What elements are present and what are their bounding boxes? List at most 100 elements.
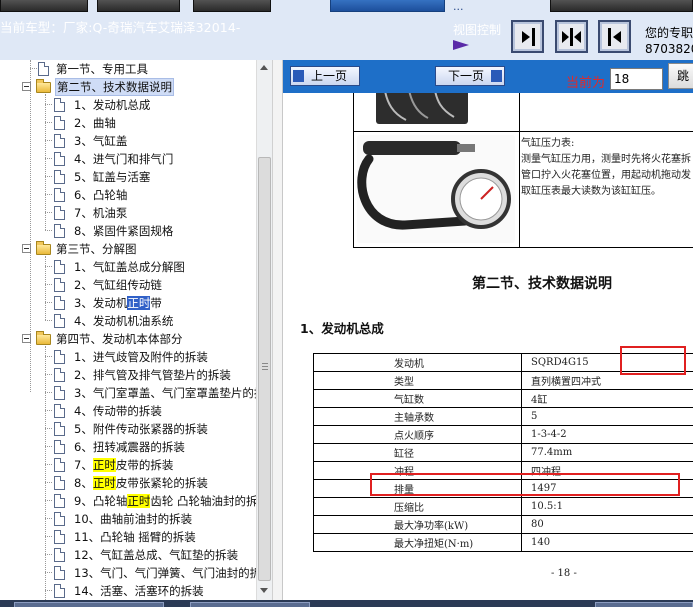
tree-scrollbar[interactable] [256,60,272,600]
tree-item[interactable]: 3、气缸盖 [0,132,256,150]
document-icon [54,440,65,454]
tree-item-label: 6、扭转减震器的拆装 [74,440,185,454]
table-row: 主轴承数 5 [313,407,693,426]
chevron-left-icon [293,70,304,82]
tree-item-label: 10、曲轴前油封的拆装 [74,512,193,526]
tool-desc-line: 管口拧入火花塞位置，用起动机拖动发 [521,170,691,181]
tree-item-label: 8、紧固件紧固规格 [74,224,174,238]
scroll-up-icon[interactable] [260,65,268,70]
spec-value: 80 [521,515,693,534]
chapter-tree: 第一节、专用工具 第二节、技术数据说明 1、发动机总成 2、曲轴 3、气缸盖 4… [0,60,256,600]
tree-item[interactable]: 4、发动机机油系统 [0,312,256,330]
tree-item[interactable]: 7、机油泵 [0,204,256,222]
pane-splitter[interactable] [272,60,283,600]
tree-item[interactable]: 14、活塞、活塞环的拆装 [0,582,256,600]
spec-value: 140 [521,533,693,552]
contact-hint-line2: 8703820 [645,42,693,56]
folder-open-icon [36,241,51,255]
more-dots-link[interactable]: ... [453,0,464,13]
tree-item[interactable]: 5、缸盖与活塞 [0,168,256,186]
tree-item-label: 5、缸盖与活塞 [74,170,151,184]
bottom-tab-2[interactable] [190,602,310,607]
annotation-box-displacement [370,473,680,496]
view-right-panel-button[interactable] [511,20,544,53]
tree-folder[interactable]: 第二节、技术数据说明 [0,78,256,96]
collapse-icon[interactable] [22,82,31,91]
tree-item[interactable]: 8、正时皮带张紧轮的拆装 [0,474,256,492]
tree-item[interactable]: 第一节、专用工具 [0,60,256,78]
play-icon[interactable] [453,40,469,50]
tree-item-label-part: 皮带张紧轮的拆装 [115,476,208,490]
view-split-button[interactable] [555,20,588,53]
prev-page-button[interactable]: 上一页 [290,66,360,86]
top-menu-button-1[interactable] [0,0,88,12]
tree-item-label: 1、进气歧管及附件的拆装 [74,350,208,364]
tree-item[interactable]: 2、气缸组传动链 [0,276,256,294]
tree-item[interactable]: 3、发动机正时带 [0,294,256,312]
collapse-icon[interactable] [22,244,31,253]
tree-item[interactable]: 3、气门室罩盖、气门室罩盖垫片的拆 [0,384,256,402]
tree-item-label-part: 齿轮 凸轮轴油封的拆装 [150,494,256,508]
tree-item-label: 2、曲轴 [74,116,116,130]
tree-item[interactable]: 4、进气门和排气门 [0,150,256,168]
tree-item[interactable]: 1、发动机总成 [0,96,256,114]
page-number: - 18 - [551,568,577,579]
tree-item[interactable]: 2、曲轴 [0,114,256,132]
tree-item[interactable]: 9、凸轮轴正时齿轮 凸轮轴油封的拆装 [0,492,256,510]
current-car-model: 当前车型：厂家:Q-奇瑞汽车艾瑞泽32014- [0,20,241,35]
tree-item[interactable]: 10、曲轴前油封的拆装 [0,510,256,528]
spec-key: 最大净扭矩(N·m) [313,533,522,552]
tree-item[interactable]: 5、附件传动张紧器的拆装 [0,420,256,438]
document-icon [54,584,65,598]
scroll-down-icon[interactable] [260,588,268,593]
next-page-button[interactable]: 下一页 [435,66,505,86]
annotation-box-engine-code [620,346,686,375]
tree-item-label: 7、正时皮带的拆装 [74,457,173,473]
view-control-label: 视图控制 [453,23,502,37]
tree-folder[interactable]: 第三节、分解图 [0,240,256,258]
document-icon [54,494,65,508]
tree-item[interactable]: 1、气缸盖总成分解图 [0,258,256,276]
bottom-tab-3[interactable] [595,602,693,607]
tree-item-label: 8、正时皮带张紧轮的拆装 [74,475,208,491]
tree-folder[interactable]: 第四节、发动机本体部分 [0,330,256,348]
tree-item[interactable]: 1、进气歧管及附件的拆装 [0,348,256,366]
engine-spec-table: 发动机 SQRD4G15 类型 直列横置四冲式 气缸数 4缸 主轴承数 5 点火顺序 1-… [313,353,693,552]
spec-key: 压缩比 [313,497,522,516]
tree-item[interactable]: 4、传动带的拆装 [0,402,256,420]
tree-item[interactable]: 6、凸轮轴 [0,186,256,204]
tree-item[interactable]: 13、气门、气门弹簧、气门油封的拆 [0,564,256,582]
tree-item[interactable]: 11、凸轮轴 摇臂的拆装 [0,528,256,546]
tree-item[interactable]: 2、排气管及排气管垫片的拆装 [0,366,256,384]
view-left-panel-button[interactable] [598,20,631,53]
document-icon [54,134,65,148]
tree-item-label: 6、凸轮轴 [74,188,128,202]
bottom-tab-1[interactable] [14,602,164,607]
bottom-bar [0,600,693,607]
document-icon [54,404,65,418]
tree-item[interactable]: 7、正时皮带的拆装 [0,456,256,474]
document-icon [54,386,65,400]
collapse-icon[interactable] [22,334,31,343]
top-menu-button-4[interactable] [550,0,693,12]
tree-item[interactable]: 6、扭转减震器的拆装 [0,438,256,456]
tree-item-label-part: 带 [150,296,162,310]
document-icon [54,476,65,490]
jump-button[interactable]: 跳 [668,63,693,89]
document-icon [54,224,65,238]
document-icon [54,512,65,526]
tree-item-label: 7、机油泵 [74,206,128,220]
spec-value: 4缸 [521,389,693,408]
current-page-input[interactable] [610,68,663,90]
scroll-thumb[interactable] [258,157,271,581]
tree-item-label-part: 皮带的拆装 [115,458,174,472]
document-icon [54,368,65,382]
tree-item[interactable]: 12、气缸盖总成、气缸垫的拆装 [0,546,256,564]
subsection-title: 1、发动机总成 [300,321,384,336]
top-menu-button-active[interactable] [330,0,445,12]
tree-item[interactable]: 8、紧固件紧固规格 [0,222,256,240]
top-menu-button-2[interactable] [97,0,180,12]
top-menu-button-3[interactable] [193,0,271,12]
spec-value: 10.5:1 [521,497,693,516]
document-icon [54,548,65,562]
